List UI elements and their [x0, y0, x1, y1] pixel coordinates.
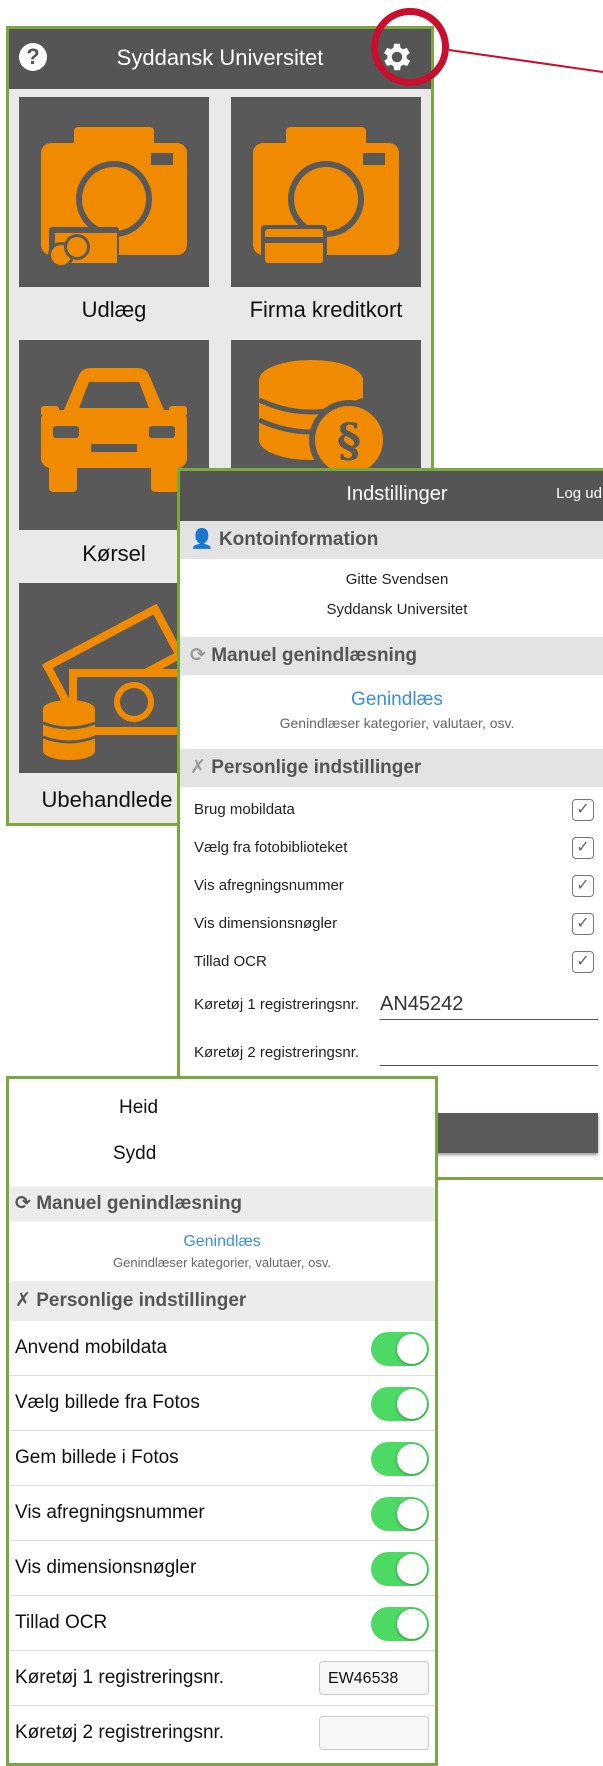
option-checkbox[interactable]: ✓: [572, 951, 594, 973]
option-toggle[interactable]: [371, 1442, 429, 1476]
option-label: Vis dimensionsnøgler: [15, 1557, 197, 1578]
option-label: Vælg billede fra Fotos: [15, 1392, 200, 1413]
section-personal-label: Personlige indstillinger: [36, 1290, 247, 1311]
tile-udlaeg[interactable]: [19, 97, 209, 287]
logout-button[interactable]: Log ud: [556, 485, 602, 502]
callout-circle: [371, 8, 449, 86]
option-row: Tillad OCR: [9, 1596, 435, 1651]
option-checkbox[interactable]: ✓: [572, 913, 594, 935]
option-toggle[interactable]: [371, 1607, 429, 1641]
option-checkbox[interactable]: ✓: [572, 837, 594, 859]
account-name-partial: Heid: [119, 1097, 159, 1118]
section-personal: ✗ Personlige indstillinger: [180, 749, 603, 787]
tools-icon: ✗: [190, 757, 206, 778]
option-label: Vælg fra fotobiblioteket: [194, 839, 348, 856]
section-reload: ⟳ Manuel genindlæsning: [180, 637, 603, 675]
refresh-icon: ⟳: [15, 1193, 31, 1214]
vehicle2-row: Køretøj 2 registreringsnr.: [9, 1706, 435, 1760]
settings-title: Indstillinger: [346, 483, 448, 505]
vehicle1-input[interactable]: AN45242: [380, 989, 598, 1020]
vehicle2-label: Køretøj 2 registreringsnr.: [15, 1722, 225, 1743]
section-account: 👤 Kontoinformation: [180, 521, 603, 559]
option-row: Vis afregningsnummer: [9, 1486, 435, 1541]
tile-firma-kreditkort[interactable]: [231, 97, 421, 287]
tile-label-udlaeg: Udlæg: [81, 297, 147, 322]
option-label: Anvend mobildata: [15, 1337, 168, 1358]
section-personal: ✗ Personlige indstillinger: [9, 1281, 435, 1321]
option-label: Vis dimensionsnøgler: [194, 915, 338, 932]
option-row: Vis afregningsnummer ✓: [180, 867, 603, 905]
option-row: Anvend mobildata: [9, 1321, 435, 1376]
tile-label-firma-kreditkort: Firma kreditkort: [249, 297, 403, 322]
section-reload-label: Manuel genindlæsning: [36, 1193, 243, 1214]
section-reload-label: Manuel genindlæsning: [211, 645, 418, 666]
reload-description: Genindlæser kategorier, valutaer, osv.: [113, 1255, 331, 1270]
section-account-label: Kontoinformation: [218, 529, 379, 550]
refresh-icon: ⟳: [190, 645, 206, 666]
option-toggle[interactable]: [371, 1552, 429, 1586]
option-toggle[interactable]: [371, 1387, 429, 1421]
account-org: Syddansk Universitet: [326, 601, 468, 618]
option-toggle[interactable]: [371, 1497, 429, 1531]
vehicle1-label: Køretøj 1 registreringsnr.: [15, 1667, 225, 1688]
reload-link[interactable]: Genindlæs: [180, 675, 603, 711]
section-reload: ⟳ Manuel genindlæsning: [9, 1187, 435, 1221]
reload-description: Genindlæser kategorier, valutaer, osv.: [279, 715, 515, 731]
camera-card-icon: [253, 127, 399, 267]
option-label: Gem billede i Fotos: [15, 1447, 179, 1468]
option-label: Tillad OCR: [15, 1612, 108, 1633]
option-checkbox[interactable]: ✓: [572, 799, 594, 821]
vehicle2-label: Køretøj 2 registreringsnr.: [194, 1044, 360, 1061]
vehicle1-row: Køretøj 1 registreringsnr. EW46538: [9, 1651, 435, 1706]
account-org-partial: Sydd: [113, 1143, 157, 1164]
option-row: Vælg fra fotobiblioteket ✓: [180, 829, 603, 867]
ios-settings-screen: Heid Sydd ⟳ Manuel genindlæsning Genindl…: [6, 1076, 438, 1766]
tools-icon: ✗: [15, 1290, 31, 1311]
option-row: Brug mobildata ✓: [180, 791, 603, 829]
option-checkbox[interactable]: ✓: [572, 875, 594, 897]
vehicle1-row: Køretøj 1 registreringsnr. AN45242: [180, 981, 603, 1029]
option-row: Vis dimensionsnøgler ✓: [180, 905, 603, 943]
reload-link[interactable]: Genindlæs: [9, 1221, 435, 1251]
callout-arrow: [448, 49, 603, 73]
vehicle1-input[interactable]: EW46538: [319, 1661, 429, 1695]
option-row: Vælg billede fra Fotos: [9, 1376, 435, 1431]
option-row: Vis dimensionsnøgler: [9, 1541, 435, 1596]
option-toggle[interactable]: [371, 1332, 429, 1366]
vehicle2-input[interactable]: [380, 1039, 598, 1066]
vehicle2-row: Køretøj 2 registreringsnr.: [180, 1029, 603, 1077]
account-name: Gitte Svendsen: [345, 571, 449, 588]
camera-money-icon: [41, 127, 187, 268]
svg-text:§: §: [337, 413, 361, 467]
vehicle1-label: Køretøj 1 registreringsnr.: [194, 996, 360, 1013]
android-settings-screen: Indstillinger Log ud 👤 Kontoinformation …: [177, 468, 603, 1180]
vehicle2-input[interactable]: [319, 1716, 429, 1750]
option-label: Vis afregningsnummer: [194, 877, 344, 894]
option-row: Gem billede i Fotos: [9, 1431, 435, 1486]
option-label: Tillad OCR: [194, 953, 267, 970]
option-label: Brug mobildata: [194, 801, 295, 818]
settings-header: Indstillinger Log ud: [180, 471, 603, 521]
option-row: Tillad OCR ✓: [180, 943, 603, 981]
person-icon: 👤: [190, 529, 214, 550]
section-personal-label: Personlige indstillinger: [211, 757, 422, 778]
option-label: Vis afregningsnummer: [15, 1502, 205, 1523]
